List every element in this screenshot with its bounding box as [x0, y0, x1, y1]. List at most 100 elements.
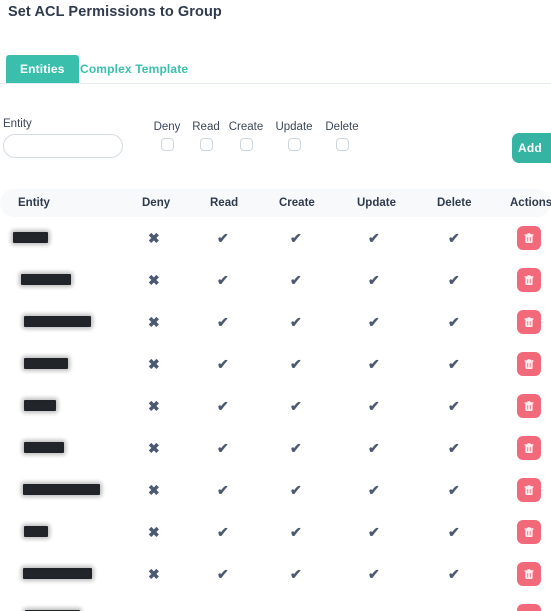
create-cell: ✔ [290, 314, 302, 330]
acl-table: Entity Deny Read Create Update Delete Ac… [0, 189, 551, 611]
table-row: ✖ ✔ ✔ ✔ ✔ [0, 343, 551, 385]
deny-cell: ✖ [148, 230, 160, 246]
delete-row-button[interactable] [517, 352, 541, 376]
read-cell: ✔ [217, 482, 229, 498]
entity-name-redacted [23, 484, 100, 495]
create-cell: ✔ [290, 356, 302, 372]
table-row: ✖ ✔ ✔ ✔ ✔ [0, 469, 551, 511]
permission-update-label: Update [275, 121, 313, 133]
deny-cell: ✖ [148, 524, 160, 540]
table-row: ✖ ✔ ✔ ✔ ✔ [0, 553, 551, 595]
delete-row-button[interactable] [517, 436, 541, 460]
create-cell: ✔ [290, 524, 302, 540]
entity-name-redacted [24, 358, 68, 369]
table-row: ✖ ✔ ✔ ✔ ✔ [0, 301, 551, 343]
delete-row-button[interactable] [517, 310, 541, 334]
permission-create: Create [224, 120, 268, 156]
create-cell: ✔ [290, 398, 302, 414]
tab-bar: Entities Complex Template [0, 55, 551, 84]
delete-row-button[interactable] [517, 520, 541, 544]
create-cell: ✔ [290, 230, 302, 246]
delete-row-button[interactable] [517, 562, 541, 586]
column-header-create: Create [279, 197, 315, 209]
entity-name-redacted [24, 400, 56, 411]
table-row: ✖ ✔ ✔ ✔ ✔ [0, 385, 551, 427]
update-cell: ✔ [368, 440, 380, 456]
read-cell: ✔ [217, 524, 229, 540]
column-header-update: Update [357, 197, 396, 209]
page-title: Set ACL Permissions to Group [8, 4, 222, 20]
read-cell: ✔ [217, 398, 229, 414]
permission-create-checkbox[interactable] [239, 138, 253, 151]
table-row: ✖ ✔ ✔ ✔ ✔ [0, 511, 551, 553]
permission-delete-checkbox[interactable] [335, 138, 349, 151]
read-cell: ✔ [217, 272, 229, 288]
permission-update-checkbox[interactable] [287, 138, 301, 151]
delete-row-button[interactable] [517, 268, 541, 292]
update-cell: ✔ [368, 482, 380, 498]
update-cell: ✔ [368, 524, 380, 540]
deny-cell: ✖ [148, 314, 160, 330]
tab-complex-template[interactable]: Complex Template [70, 55, 198, 83]
update-cell: ✔ [368, 398, 380, 414]
permission-create-label: Create [228, 121, 264, 133]
permission-read-checkbox[interactable] [199, 138, 213, 151]
read-cell: ✔ [217, 566, 229, 582]
table-row: ✖ ✔ ✔ ✔ ✔ [0, 259, 551, 301]
permission-read-label: Read [192, 121, 220, 133]
add-button[interactable]: Add [512, 133, 551, 163]
delete-cell: ✔ [448, 272, 460, 288]
table-header-row: Entity Deny Read Create Update Delete Ac… [0, 189, 551, 217]
column-header-read: Read [210, 197, 239, 209]
entity-name-redacted [24, 526, 48, 537]
create-cell: ✔ [290, 482, 302, 498]
delete-cell: ✔ [448, 398, 460, 414]
add-entity-form: Entity Deny Read Create Update Delete [0, 118, 551, 170]
entity-input-label: Entity [3, 118, 32, 130]
permission-deny-label: Deny [153, 121, 181, 133]
create-cell: ✔ [290, 440, 302, 456]
update-cell: ✔ [368, 230, 380, 246]
delete-cell: ✔ [448, 314, 460, 330]
table-row: ✖ ✔ ✔ ✔ ✔ [0, 217, 551, 259]
delete-cell: ✔ [448, 230, 460, 246]
entity-name-redacted [23, 568, 92, 579]
create-cell: ✔ [290, 566, 302, 582]
column-header-entity: Entity [18, 197, 50, 209]
entity-name-redacted [13, 232, 48, 243]
create-cell: ✔ [290, 272, 302, 288]
update-cell: ✔ [368, 356, 380, 372]
delete-row-button[interactable] [517, 604, 541, 611]
deny-cell: ✖ [148, 398, 160, 414]
delete-row-button[interactable] [517, 394, 541, 418]
column-header-actions: Actions [510, 197, 551, 209]
entity-name-redacted [24, 442, 64, 453]
read-cell: ✔ [217, 314, 229, 330]
delete-cell: ✔ [448, 482, 460, 498]
delete-cell: ✔ [448, 440, 460, 456]
deny-cell: ✖ [148, 440, 160, 456]
read-cell: ✔ [217, 356, 229, 372]
table-row: ✖ ✔ ✔ ✔ ✔ [0, 427, 551, 469]
delete-row-button[interactable] [517, 226, 541, 250]
deny-cell: ✖ [148, 566, 160, 582]
delete-row-button[interactable] [517, 478, 541, 502]
delete-cell: ✔ [448, 566, 460, 582]
deny-cell: ✖ [148, 356, 160, 372]
entity-input[interactable] [3, 134, 123, 158]
deny-cell: ✖ [148, 482, 160, 498]
delete-cell: ✔ [448, 524, 460, 540]
read-cell: ✔ [217, 440, 229, 456]
tab-entities[interactable]: Entities [6, 55, 79, 83]
permission-deny-checkbox[interactable] [160, 138, 174, 151]
update-cell: ✔ [368, 566, 380, 582]
table-body: ✖ ✔ ✔ ✔ ✔ ✖ ✔ ✔ ✔ ✔ ✖ ✔ ✔ ✔ ✔ ✖ ✔ ✔ ✔ ✔ ✖ ✔ ✔ ✔ ✔ ✖ ✔ ✔ ✔ ✔ ✖ ✔ ✔ ✔ ✔ ✖ ✔ ✔ ✔ ✔… [0, 217, 551, 611]
permission-update: Update [272, 120, 316, 156]
column-header-delete: Delete [437, 197, 472, 209]
deny-cell: ✖ [148, 272, 160, 288]
delete-cell: ✔ [448, 356, 460, 372]
column-header-deny: Deny [142, 197, 171, 209]
permission-delete-label: Delete [325, 121, 359, 133]
entity-name-redacted [21, 274, 71, 285]
read-cell: ✔ [217, 230, 229, 246]
